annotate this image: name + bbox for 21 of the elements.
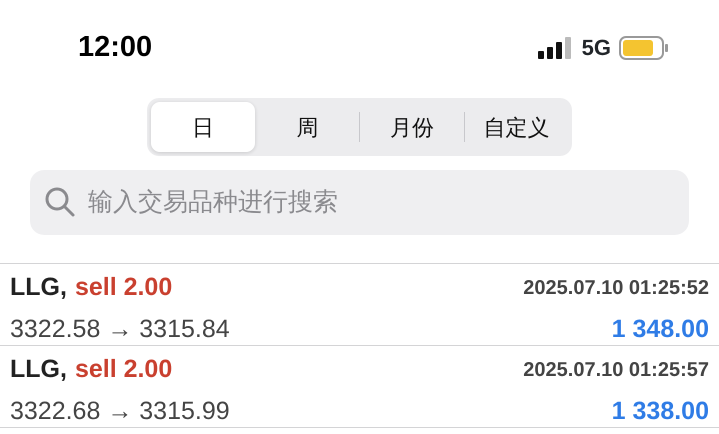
symbol-label: LLG, <box>10 272 67 303</box>
network-label: 5G <box>582 34 611 62</box>
status-time: 12:00 <box>78 30 152 65</box>
trade-time: 2025.07.10 01:25:52 <box>523 276 709 301</box>
order-side: sell 2.00 <box>74 354 172 385</box>
profit-value: 1 348.00 <box>612 314 709 344</box>
segment-tab[interactable]: 周 <box>256 102 359 152</box>
trade-time: 2025.07.10 01:25:57 <box>523 358 709 383</box>
segment-tab[interactable]: 日 <box>151 102 254 152</box>
segment-tab[interactable]: 自定义 <box>464 102 568 152</box>
price-range: 3322.68 → 3315.99 <box>10 396 230 426</box>
battery-icon <box>619 36 669 60</box>
profit-value: 1 338.00 <box>612 396 709 426</box>
price-range: 3322.58 → 3315.84 <box>10 314 230 344</box>
segment-tab[interactable]: 月份 <box>360 102 464 152</box>
symbol-label: LLG, <box>10 354 67 385</box>
search-field[interactable]: 输入交易品种进行搜索 <box>30 170 689 235</box>
signal-icon <box>538 36 574 58</box>
order-side: sell 2.00 <box>74 272 172 303</box>
trade-row[interactable]: LLG, sell 2.00 2025.07.10 01:25:52 3322.58 → 3315.84 1 348.00 <box>0 264 719 346</box>
trade-row[interactable]: LLG, sell 2.00 2025.07.10 01:25:57 3322.68 → 3315.99 1 338.00 <box>0 346 719 428</box>
